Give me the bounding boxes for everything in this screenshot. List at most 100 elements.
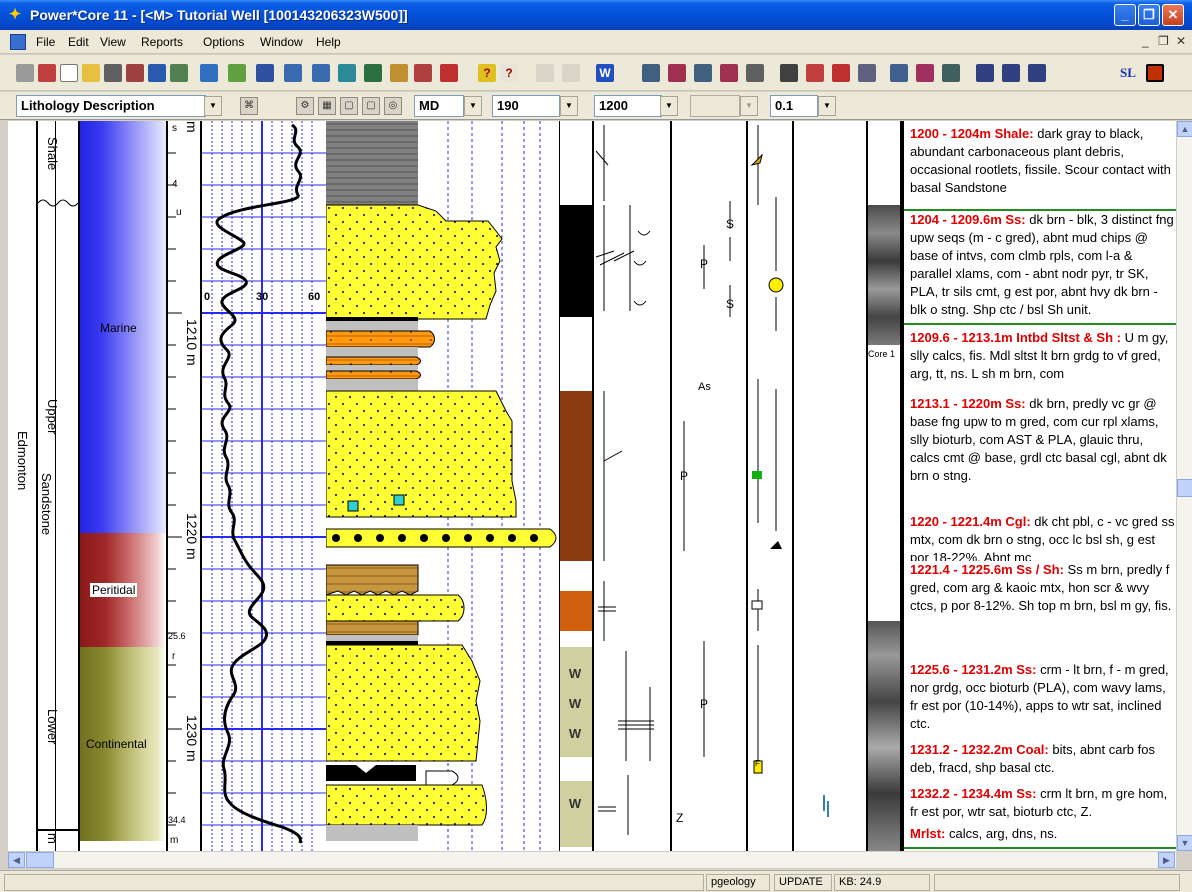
close-button[interactable]: ✕ [1162,4,1184,26]
tool-38-icon[interactable] [1028,64,1046,82]
scale-label-0: 0 [204,291,211,303]
horizontal-scroll-thumb[interactable] [26,852,54,868]
tool-6-icon[interactable] [126,64,144,82]
context-help-icon[interactable]: ? [500,64,518,82]
tool-18-icon[interactable] [440,64,458,82]
scroll-left-icon[interactable]: ◀ [8,852,25,868]
mdi-restore-button[interactable]: ❐ [1158,34,1169,48]
w-label-2: W [568,696,582,711]
help-icon[interactable]: ? [478,64,496,82]
interval-chevron-down-icon[interactable]: ▼ [818,96,836,116]
tool-f-icon[interactable]: ◎ [384,97,402,115]
undo-icon[interactable] [536,64,554,82]
tool-33-icon[interactable] [890,64,908,82]
new-doc-icon[interactable] [60,64,78,82]
menu-help[interactable]: Help [316,35,341,49]
tool-16-icon[interactable] [390,64,408,82]
sym-f: F [755,759,760,768]
tool-37-icon[interactable] [1002,64,1020,82]
depth-label-1230: 1230 m [184,715,200,762]
tool-40-icon[interactable] [1146,64,1164,82]
mdi-close-button[interactable]: ✕ [1176,34,1186,48]
scroll-down-icon[interactable]: ▼ [1177,835,1192,851]
tool-11-icon[interactable] [256,64,274,82]
sym-as: As [698,381,711,393]
tool-b-icon[interactable]: ⚙ [296,97,314,115]
scroll-right-icon[interactable]: ▶ [1158,852,1175,868]
vertical-scroll-thumb[interactable] [1177,479,1192,497]
w-label-4: W [568,796,582,811]
sym-s1: S [726,217,735,231]
document-icon[interactable] [10,34,26,50]
tool-8-icon[interactable] [170,64,188,82]
redo-icon[interactable] [562,64,580,82]
core-image-2[interactable] [868,621,900,851]
tool-25-icon[interactable] [668,64,686,82]
word-icon[interactable]: W [596,64,614,82]
tool-34-icon[interactable] [916,64,934,82]
tool-12-icon[interactable] [284,64,302,82]
tool-27-icon[interactable] [720,64,738,82]
tool-a-icon[interactable]: ⌘ [240,97,258,115]
top-depth-chevron-down-icon[interactable]: ▼ [560,96,578,116]
tool-24-icon[interactable] [642,64,660,82]
depth-mode-chevron-down-icon[interactable]: ▼ [464,96,482,116]
tool-28-icon[interactable] [746,64,764,82]
tool-13-icon[interactable] [312,64,330,82]
blank-select [690,95,740,117]
tool-36-icon[interactable] [976,64,994,82]
tool-e-icon[interactable]: ▢ [362,97,380,115]
tool-17-icon[interactable] [414,64,432,82]
minimize-button[interactable]: _ [1114,4,1136,26]
main-toolbar: ? ? W SL [0,55,1192,91]
view-select-chevron-down-icon[interactable]: ▼ [204,96,222,116]
color-orange [560,591,592,631]
sym-z: Z [676,811,684,825]
print-icon[interactable] [104,64,122,82]
tool-15-icon[interactable] [364,64,382,82]
tool-35-icon[interactable] [942,64,960,82]
tool-7-icon[interactable] [148,64,166,82]
view-select[interactable]: Lithology Description [16,95,206,117]
tool-d-icon[interactable]: ▢ [340,97,358,115]
interval-select[interactable]: 0.1 [770,95,818,117]
open-icon[interactable] [82,64,100,82]
mdi-minimize-button[interactable]: _ [1142,34,1149,48]
menu-view[interactable]: View [100,35,126,49]
tool-29-icon[interactable] [780,64,798,82]
misc-track [794,121,868,851]
menu-options[interactable]: Options [203,35,244,49]
tool-32-icon[interactable] [858,64,876,82]
maximize-button[interactable]: ❐ [1138,4,1160,26]
tool-c-icon[interactable]: ▦ [318,97,336,115]
tool-30-icon[interactable] [806,64,824,82]
application-window: ✦ Power*Core 11 - [<M> Tutorial Well [10… [0,0,1192,892]
tool-10-icon[interactable] [228,64,246,82]
menu-file[interactable]: File [36,35,55,49]
depth-mode-select[interactable]: MD [414,95,464,117]
sym-p2: P [680,469,689,483]
window-app-icon[interactable]: ✦ [6,6,24,24]
horizontal-scrollbar[interactable]: ◀ ▶ [8,851,1176,868]
vertical-scrollbar[interactable]: ▲ ▼ [1176,121,1192,851]
scroll-up-icon[interactable]: ▲ [1177,121,1192,137]
bottom-depth-chevron-down-icon[interactable]: ▼ [660,96,678,116]
top-depth-select[interactable]: 190 [492,95,560,117]
tool-1-icon[interactable] [16,64,34,82]
log-display[interactable]: Edmonton Shale Upper Lower m Sandstone M… [8,121,902,851]
porosity-track: S P S As P P Z [672,121,748,851]
tool-9-icon[interactable] [200,64,218,82]
tool-2-icon[interactable] [38,64,56,82]
bottom-depth-select[interactable]: 1200 [594,95,662,117]
description-6: 1221.4 - 1225.6m Ss / Sh: Ss m brn, pred… [910,562,1172,613]
description-9: 1232.2 - 1234.4m Ss: crm lt brn, m gre h… [910,786,1168,819]
tool-31-icon[interactable] [832,64,850,82]
sl-button[interactable]: SL [1120,65,1136,81]
tool-26-icon[interactable] [694,64,712,82]
menu-edit[interactable]: Edit [68,35,89,49]
menu-window[interactable]: Window [260,35,303,49]
menu-reports[interactable]: Reports [141,35,183,49]
description-panel[interactable]: 1200 - 1204m Shale: dark gray to black, … [902,121,1176,851]
core-image-1[interactable] [868,205,900,345]
tool-14-icon[interactable] [338,64,356,82]
